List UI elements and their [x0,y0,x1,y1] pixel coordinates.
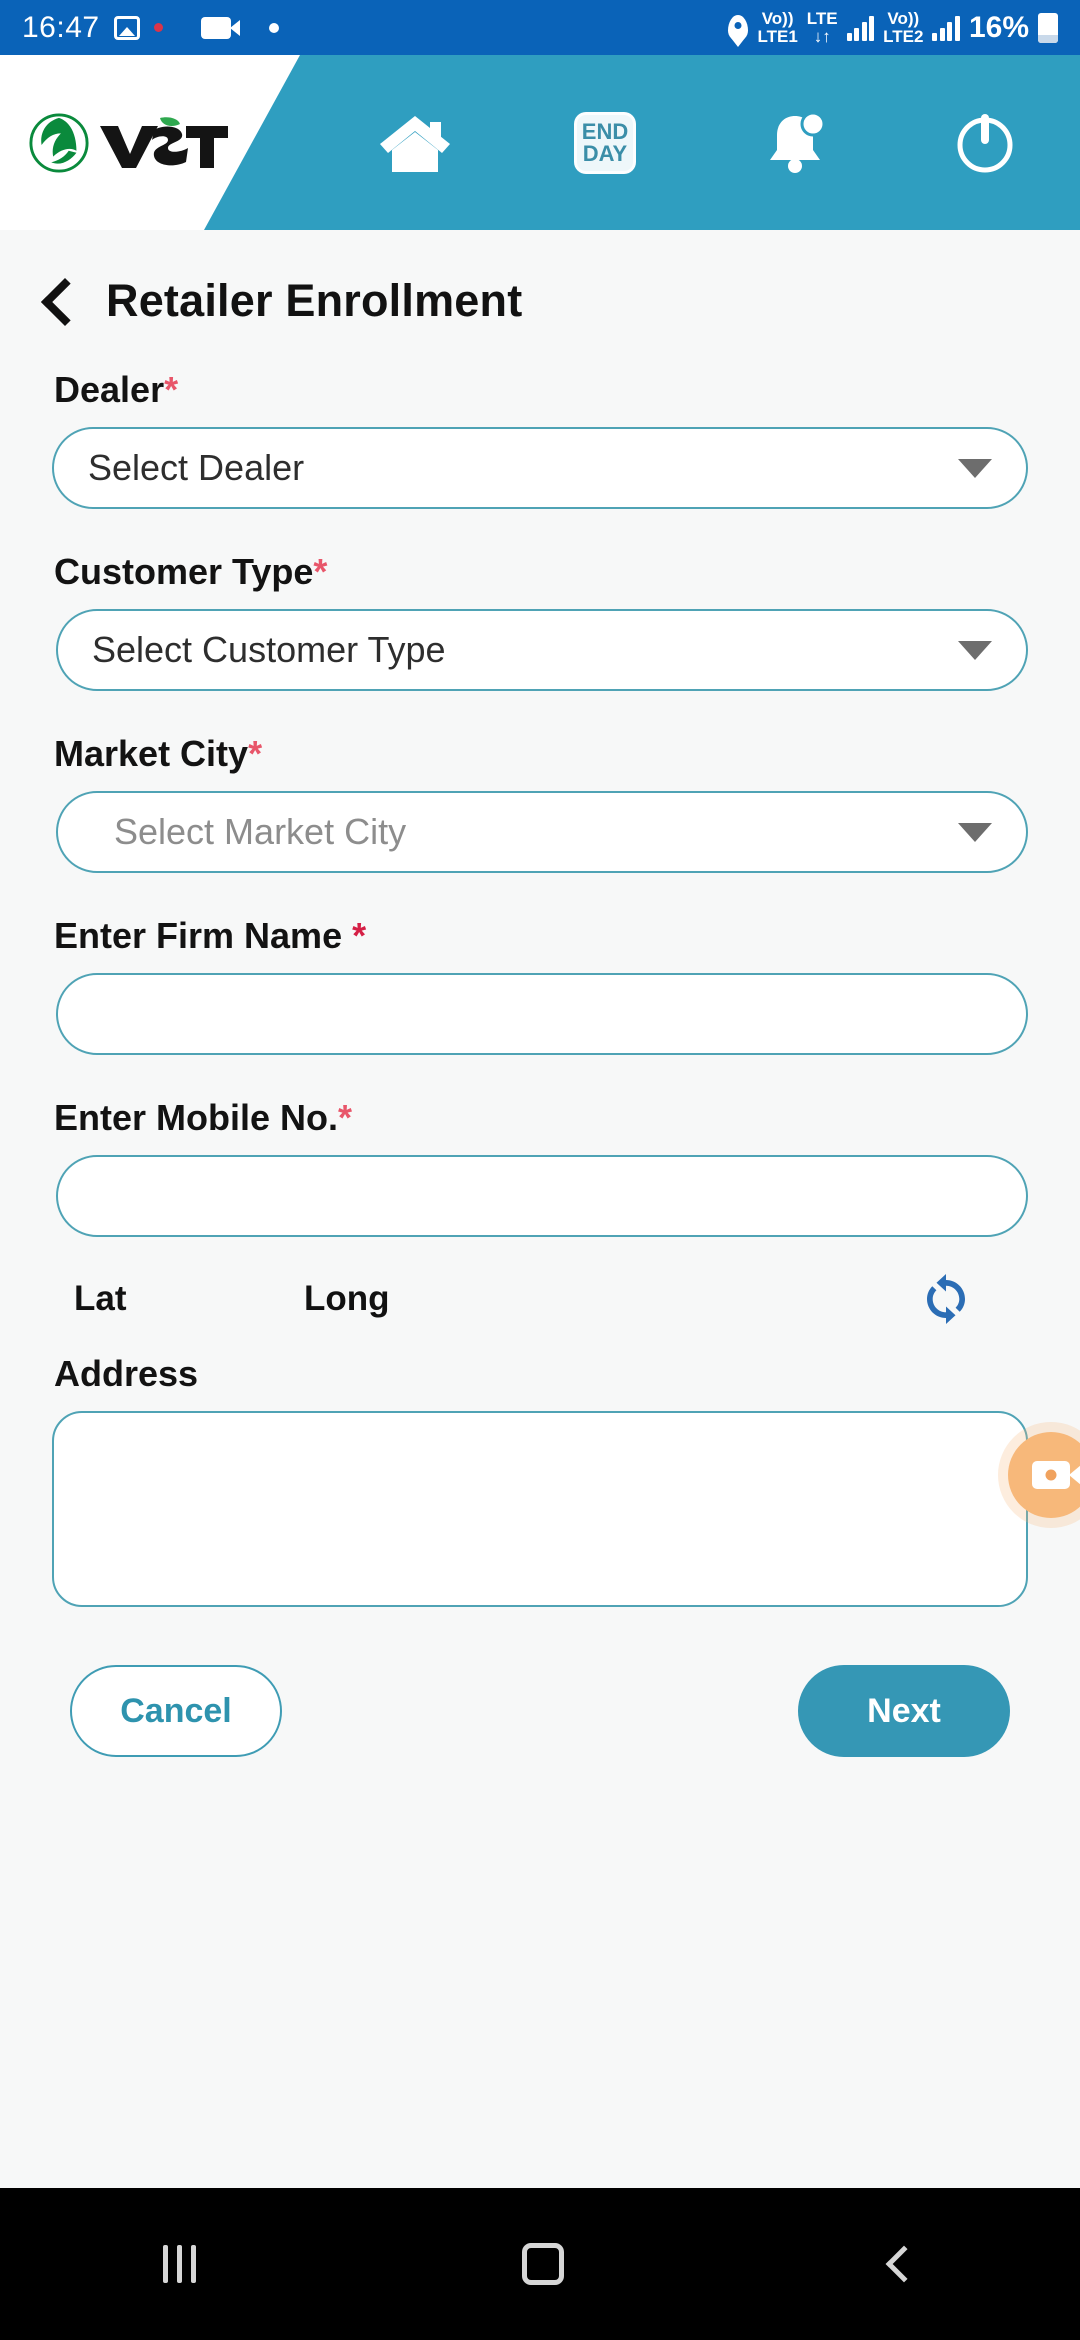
field-firm-name: Enter Firm Name * [52,915,1028,1055]
sim1-volte-bottom: LTE1 [757,26,798,46]
back-arrow-icon[interactable] [40,277,90,327]
label-mobile-no: Enter Mobile No.* [54,1097,1028,1139]
select-market-city-value: Select Market City [114,811,407,852]
recents-button[interactable] [163,2245,197,2283]
app-header: END DAY [0,55,1080,230]
status-clock: 16:47 [22,10,100,44]
geo-coordinates-row: Lat Long [52,1271,1028,1327]
header-action-bar: END DAY [320,55,1080,230]
chevron-down-icon [958,640,992,660]
back-button-nav[interactable] [885,2245,923,2283]
vst-swirl-logo-icon [29,112,89,173]
label-dealer-text: Dealer [54,369,165,410]
sim1-volte-top: Vo)) [761,8,794,28]
required-asterisk: * [338,1097,353,1138]
end-day-line2: DAY [582,140,628,166]
video-camera-icon [1032,1461,1080,1489]
location-pin-icon [728,14,749,41]
vst-wordmark-icon [100,116,228,168]
input-firm-name[interactable] [56,973,1028,1055]
end-day-button[interactable]: END DAY [545,55,665,230]
label-mobile-no-text: Enter Mobile No. [54,1097,339,1138]
label-market-city: Market City* [54,733,1028,775]
photo-icon [113,15,140,40]
bell-icon [770,111,826,173]
page-title: Retailer Enrollment [106,275,523,326]
select-dealer[interactable]: Select Dealer [52,427,1028,509]
home-icon [380,115,450,172]
sim1-volte-icon: Vo)) LTE1 [757,8,798,46]
page-content: Retailer Enrollment Dealer* Select Deale… [0,230,1080,2188]
sim2-volte-bottom: LTE2 [883,26,924,46]
required-asterisk: * [248,733,263,774]
select-customer-type[interactable]: Select Customer Type [56,609,1028,691]
video-camera-icon [200,16,240,39]
field-customer-type: Customer Type* Select Customer Type [52,551,1028,691]
field-mobile-no: Enter Mobile No.* [52,1097,1028,1237]
required-asterisk: * [352,915,367,956]
battery-icon [1038,12,1058,43]
label-market-city-text: Market City [54,733,249,774]
app-logo [28,112,230,174]
home-button-nav[interactable] [522,2243,565,2285]
label-firm-name: Enter Firm Name * [54,915,1028,957]
select-market-city[interactable]: Select Market City [56,791,1028,873]
field-address: Address [52,1353,1028,1607]
sim2-volte-top: Vo)) [887,8,920,28]
sim2-volte-icon: Vo)) LTE2 [883,8,924,46]
label-customer-type: Customer Type* [54,551,1028,593]
record-dot-icon [153,23,163,32]
field-market-city: Market City* Select Market City [52,733,1028,873]
power-logout-button[interactable] [925,55,1045,230]
dot-icon [268,22,279,33]
power-icon [957,113,1013,172]
status-bar-left: 16:47 [22,11,279,45]
lat-label: Lat [74,1279,127,1318]
status-bar-right: Vo)) LTE1 LTE ↓↑ Vo)) LTE2 16% [728,8,1058,46]
end-day-line1: END [581,118,629,144]
form-actions: Cancel Next [70,1665,1010,1757]
label-address: Address [54,1353,199,1394]
field-dealer: Dealer* Select Dealer [52,369,1028,509]
end-day-icon: END DAY [574,111,636,174]
retailer-enrollment-form: Dealer* Select Dealer Customer Type* Sel… [0,369,1080,1757]
label-customer-type-text: Customer Type [54,551,314,592]
chevron-down-icon [958,458,992,478]
chevron-down-icon [958,822,992,842]
data-arrows-icon: ↓↑ [813,26,831,46]
select-customer-type-value: Select Customer Type [92,629,446,670]
label-firm-name-text: Enter Firm Name [54,915,353,956]
page-header: Retailer Enrollment [0,230,1080,327]
label-dealer: Dealer* [54,369,1028,411]
refresh-location-icon[interactable] [918,1271,974,1327]
cancel-button[interactable]: Cancel [70,1665,282,1757]
required-asterisk: * [313,551,328,592]
required-asterisk: * [164,369,179,410]
long-label: Long [304,1279,390,1318]
input-address[interactable] [52,1411,1028,1607]
notifications-button[interactable] [735,55,855,230]
lte-label: LTE [806,8,838,28]
home-button[interactable] [355,55,475,230]
status-bar: 16:47 Vo)) LTE1 LTE ↓↑ Vo)) LTE2 16% [0,0,1080,55]
android-nav-bar [0,2188,1080,2340]
input-address-value [54,1413,1026,1457]
signal-bars-sim1-icon [846,15,875,41]
battery-percent: 16% [968,10,1029,44]
lte-indicator: LTE ↓↑ [806,8,838,46]
next-button[interactable]: Next [798,1665,1010,1757]
signal-bars-sim2-icon [932,15,960,41]
input-mobile-no[interactable] [56,1155,1028,1237]
select-dealer-value: Select Dealer [88,447,305,488]
